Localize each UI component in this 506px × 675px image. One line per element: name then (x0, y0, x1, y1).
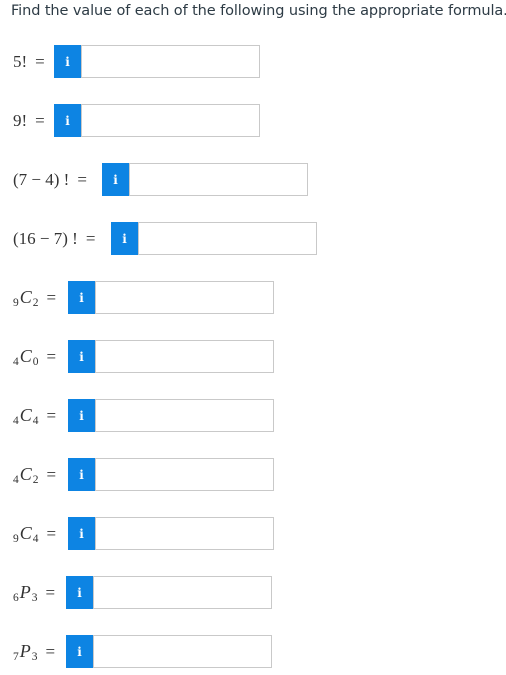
info-icon[interactable]: i (111, 222, 138, 255)
info-icon[interactable]: i (54, 45, 81, 78)
info-icon[interactable]: i (66, 576, 93, 609)
expression-variable: C (19, 464, 32, 484)
expression-variable: C (19, 346, 32, 366)
expression-base: (16 − 7) ! (13, 228, 78, 248)
expression-subscript: 0 (32, 355, 39, 368)
answer-field[interactable] (95, 399, 274, 432)
equals-sign: = (46, 346, 57, 366)
expression-variable: P (19, 582, 31, 602)
equals-sign: = (45, 641, 56, 661)
equals-sign: = (45, 582, 56, 602)
permutation-expression: 6P3 = (13, 576, 55, 609)
answer-field[interactable] (95, 340, 274, 373)
combination-expression: 9C2 = (13, 281, 56, 314)
expression-subscript: 4 (32, 532, 39, 545)
expression-prefix: 7 (13, 650, 19, 663)
equals-sign: = (77, 169, 87, 189)
expression-variable: C (19, 405, 32, 425)
factorial-expression: 9! = (13, 104, 45, 137)
answer-field[interactable] (129, 163, 308, 196)
equals-sign: = (35, 51, 45, 71)
answer-field[interactable] (138, 222, 317, 255)
expression-prefix: 4 (13, 473, 19, 486)
combination-expression: 4C2 = (13, 458, 56, 491)
info-icon[interactable]: i (54, 104, 81, 137)
expression-subscript: 3 (31, 591, 38, 604)
info-icon[interactable]: i (68, 517, 95, 550)
expression-variable: P (19, 641, 31, 661)
expression-base: 5! (13, 51, 28, 71)
answer-field[interactable] (81, 45, 260, 78)
answer-field[interactable] (95, 281, 274, 314)
answer-field[interactable] (95, 517, 274, 550)
equals-sign: = (85, 228, 96, 248)
factorial-expression: (16 − 7) ! = (13, 222, 95, 255)
permutation-expression: 7P3 = (13, 635, 55, 668)
answer-field[interactable] (93, 635, 272, 668)
equals-sign: = (46, 287, 57, 307)
expression-prefix: 9 (13, 296, 19, 309)
combination-expression: 9C4 = (13, 517, 56, 550)
info-icon[interactable]: i (68, 340, 95, 373)
expression-subscript: 3 (31, 650, 38, 663)
factorial-expression: 5! = (13, 45, 45, 78)
info-icon[interactable]: i (68, 399, 95, 432)
expression-prefix: 6 (13, 591, 19, 604)
info-icon[interactable]: i (68, 458, 95, 491)
info-icon[interactable]: i (66, 635, 93, 668)
equals-sign: = (46, 464, 57, 484)
expression-prefix: 4 (13, 414, 19, 427)
expression-subscript: 4 (32, 414, 39, 427)
expression-prefix: 4 (13, 355, 19, 368)
equals-sign: = (46, 405, 57, 425)
info-icon[interactable]: i (68, 281, 95, 314)
expression-base: (7 − 4) ! (13, 169, 70, 189)
equals-sign: = (46, 523, 57, 543)
info-icon[interactable]: i (102, 163, 129, 196)
answer-field[interactable] (95, 458, 274, 491)
answer-field[interactable] (81, 104, 260, 137)
instructions: Find the value of each of the following … (11, 3, 506, 19)
expression-base: 9! (13, 110, 28, 130)
expression-variable: C (19, 287, 32, 307)
combination-expression: 4C4 = (13, 399, 56, 432)
combination-expression: 4C0 = (13, 340, 56, 373)
expression-subscript: 2 (32, 296, 39, 309)
expression-subscript: 2 (32, 473, 39, 486)
equals-sign: = (35, 110, 45, 130)
expression-prefix: 9 (13, 532, 19, 545)
expression-variable: C (19, 523, 32, 543)
answer-field[interactable] (93, 576, 272, 609)
factorial-expression: (7 − 4) ! = (13, 163, 87, 196)
